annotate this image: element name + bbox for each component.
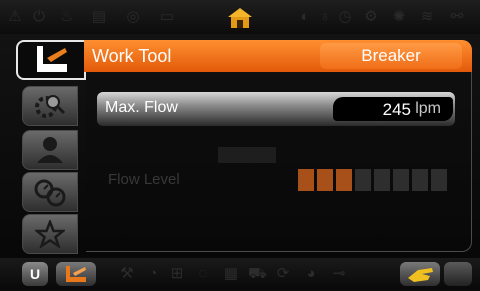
- engine-icon: ▤: [91, 8, 107, 25]
- beacon-icon: ✺: [392, 8, 406, 25]
- power-icon: ⏻: [33, 8, 45, 25]
- tab-settings[interactable]: [22, 86, 78, 126]
- auto-icon: ▦: [223, 265, 239, 282]
- gear-icon: ⚙: [364, 8, 378, 25]
- coolant-icon: ♨: [60, 8, 74, 25]
- flow-level-segment: [393, 169, 409, 191]
- work-tool-mode-button[interactable]: [56, 262, 96, 286]
- settings-search-icon: [35, 95, 66, 118]
- seatbelt-icon: ⚯: [450, 8, 464, 25]
- hand-icon: [408, 268, 433, 282]
- rotate-icon: ⟳: [276, 265, 290, 282]
- star-icon: [35, 220, 65, 248]
- user-icon: [37, 137, 63, 163]
- u-button[interactable]: U: [22, 262, 48, 286]
- top-indicator-bar: ⚠ ⏻ ♨ ▤ ◎ ▭ ◐ ♁ ◷ ⚙ ✺ ≋ ⚯: [0, 0, 480, 34]
- max-flow-unit: lpm: [415, 100, 441, 117]
- work-tool-row[interactable]: Work Tool Breaker: [84, 40, 472, 72]
- display-screen: ⚠ ⏻ ♨ ▤ ◎ ▭ ◐ ♁ ◷ ⚙ ✺ ≋ ⚯ Work Tool Brea…: [0, 0, 480, 289]
- lift-icon: ⊞: [170, 265, 184, 282]
- tab-gauges[interactable]: [22, 172, 78, 212]
- engine-ind-icon: ◌: [198, 265, 208, 282]
- clock-icon: ◷: [338, 8, 352, 25]
- warning-icon: ⚠: [8, 8, 22, 25]
- tab-user[interactable]: [22, 130, 78, 170]
- flow-level-label: Flow Level: [108, 171, 180, 188]
- max-flow-value: 245: [382, 100, 411, 119]
- wrench-icon: ♁: [319, 8, 331, 25]
- breaker-icon: ⚒: [120, 265, 134, 282]
- max-flow-label: Max. Flow: [105, 99, 178, 116]
- blank-button[interactable]: [444, 262, 472, 286]
- work-tool-value[interactable]: Breaker: [320, 43, 462, 69]
- work-tool-label: Work Tool: [92, 46, 172, 66]
- gauges-icon: [34, 179, 66, 207]
- speed-icon: ◕: [306, 265, 316, 282]
- lights-icon: ≋: [420, 8, 434, 25]
- bucket-orange-icon: [66, 266, 86, 282]
- max-flow-value-box[interactable]: 245 lpm: [333, 97, 453, 121]
- flow-level-segment: [431, 169, 447, 191]
- flow-level-segment: [317, 169, 333, 191]
- flow-level-segment: [374, 169, 390, 191]
- tab-work-tool[interactable]: [16, 40, 86, 80]
- hand-mode-button[interactable]: [400, 262, 440, 286]
- flow-level-segment: [412, 169, 428, 191]
- fuel-icon: ◎: [126, 8, 140, 25]
- tab-favorites[interactable]: [22, 214, 78, 254]
- home-icon[interactable]: [226, 6, 254, 30]
- battery-icon: ▭: [159, 8, 175, 25]
- flow-level-segment: [355, 169, 371, 191]
- hydraulic-icon: ◐: [300, 8, 310, 25]
- flow-level-segment: [298, 169, 314, 191]
- max-flow-row[interactable]: Max. Flow 245 lpm: [97, 92, 455, 126]
- travel-icon: ⛟: [248, 265, 267, 282]
- flow-level-segment: [336, 169, 352, 191]
- bulb-icon: ◔: [148, 265, 158, 282]
- bucket-icon: [37, 46, 67, 72]
- flow-placeholder: [218, 147, 276, 163]
- key-icon: ⊸: [332, 265, 346, 282]
